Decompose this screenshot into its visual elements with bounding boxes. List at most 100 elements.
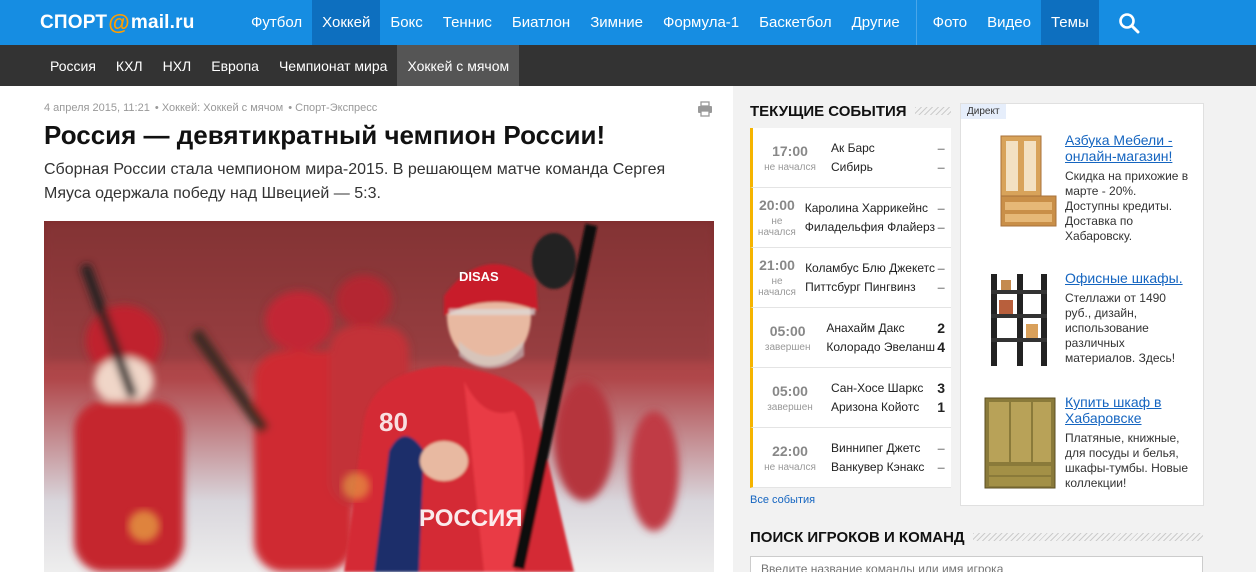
ads-tag[interactable]: Директ: [961, 104, 1006, 119]
event-status: не начался: [758, 276, 796, 298]
ad-title[interactable]: Азбука Мебели - онлайн-магазин!: [1065, 132, 1191, 164]
event-status: не начался: [764, 461, 816, 473]
event-time: 05:00: [769, 322, 806, 339]
article-photo: DISAS РОССИЯ 80: [44, 221, 714, 572]
player-team-search-input[interactable]: [750, 556, 1203, 572]
office-shelf-image: [991, 274, 1047, 366]
event-time: 20:00: [758, 197, 795, 213]
article-title: Россия — девятикратный чемпион России!: [44, 120, 606, 150]
article: 4 апреля 2015, 11:21 • Хоккей: Хоккей с …: [0, 86, 733, 572]
event-away-team: Филадельфия Флайерз: [804, 219, 935, 234]
sub-navigation-bar: Россия КХЛ НХЛ Европа Чемпионат мира Хок…: [0, 45, 1256, 86]
nav-formula1[interactable]: Формула-1: [653, 0, 749, 45]
nav-divider: [915, 0, 917, 45]
ad-item[interactable]: Азбука Мебели - онлайн-магазин! Скидка н…: [981, 132, 1191, 244]
subnav-world-championship[interactable]: Чемпионат мира: [269, 45, 397, 86]
event-time: 05:00: [772, 382, 808, 399]
event-home-team: Виннипег Джетс: [831, 440, 921, 455]
event-home-team: Сан-Хосе Шаркс: [831, 380, 924, 395]
event-row[interactable]: 05:00 завершен Анахайм Дакс 2 Колорадо Эве…: [750, 308, 951, 368]
nav-hockey[interactable]: Хоккей: [312, 0, 381, 45]
subnav-nhl[interactable]: НХЛ: [153, 45, 202, 86]
event-home-score: 2: [937, 319, 945, 336]
wardrobe-image: [984, 397, 1056, 489]
subnav-khl[interactable]: КХЛ: [106, 45, 153, 86]
print-icon[interactable]: [697, 101, 713, 117]
main-nav: Футбол Хоккей Бокс Теннис Биатлон Зимние…: [241, 0, 1099, 45]
logo-text-part2: mail.ru: [130, 11, 195, 33]
all-events-link[interactable]: Все события: [750, 494, 951, 506]
photo-jersey-number: 80: [379, 407, 408, 437]
heading-hatch: [914, 107, 951, 115]
photo-jersey-text: РОССИЯ: [419, 505, 523, 532]
event-away-team: Колорадо Эвеланш: [826, 339, 935, 354]
event-home-score: 3: [937, 379, 945, 396]
event-status: завершен: [764, 341, 811, 353]
event-away-team: Аризона Койотс: [831, 399, 920, 414]
ad-description: Платяные, книжные, для посуды и белья, ш…: [1065, 431, 1189, 490]
ad-title[interactable]: Офисные шкафы.: [1065, 270, 1191, 286]
event-away-team: Сибирь: [831, 159, 873, 174]
player-team-search: ПОИСК ИГРОКОВ И КОМАНД: [750, 526, 1203, 572]
subnav-bandy[interactable]: Хоккей с мячом: [397, 45, 520, 86]
nav-other[interactable]: Другие: [842, 0, 910, 45]
search-button[interactable]: [1099, 0, 1159, 45]
event-away-team: Ванкувер Кэнакс: [831, 459, 925, 474]
event-away-score: –: [937, 218, 945, 235]
search-title: ПОИСК ИГРОКОВ И КОМАНД: [750, 528, 965, 546]
search-heading: ПОИСК ИГРОКОВ И КОМАНД: [750, 526, 1203, 548]
event-row[interactable]: 20:00 не начался Каролина Харрикейнс – Фил…: [750, 188, 951, 248]
direct-ads-block: Директ Азбука Мебели - онлайн-магазин! С…: [960, 103, 1204, 506]
nav-winter[interactable]: Зимние: [580, 0, 653, 45]
event-away-score: –: [937, 458, 945, 475]
event-home-team: Ак Барс: [831, 140, 875, 155]
photo-sponsor-text: DISAS: [459, 269, 499, 284]
event-home-team: Анахайм Дакс: [826, 320, 905, 335]
ad-item[interactable]: Купить шкаф в Хабаровске Платяные, книжн…: [981, 394, 1191, 494]
top-navigation-bar: СПОРТ @ mail.ru Футбол Хоккей Бокс Теннис …: [0, 0, 1256, 45]
event-status: завершен: [767, 401, 813, 413]
event-row[interactable]: 05:00 завершен Сан-Хосе Шаркс 3 Аризона Ко…: [750, 368, 951, 428]
event-away-score: 4: [937, 338, 945, 355]
site-logo[interactable]: СПОРТ @ mail.ru: [0, 0, 241, 45]
event-time: 17:00: [772, 142, 808, 159]
event-away-score: 1: [937, 398, 945, 415]
event-home-team: Каролина Харрикейнс: [804, 200, 928, 215]
article-date: 4 апреля 2015, 11:21: [44, 102, 150, 114]
heading-hatch: [972, 533, 1203, 541]
event-away-team: Питтсбург Пингвинз: [805, 279, 916, 294]
event-away-score: –: [937, 278, 945, 295]
nav-biathlon[interactable]: Биатлон: [502, 0, 580, 45]
event-row[interactable]: 17:00 не начался Ак Барс – Сибирь –: [750, 128, 951, 188]
hallway-furniture-image: [1000, 135, 1057, 227]
article-category[interactable]: Хоккей: Хоккей с мячом: [162, 102, 283, 114]
current-events-widget: ТЕКУЩИЕ СОБЫТИЯ 17:00 не начался Ак Барс –…: [750, 100, 951, 506]
event-home-score: –: [937, 199, 945, 216]
event-time: 22:00: [772, 442, 808, 459]
event-row[interactable]: 21:00 не начался Коламбус Блю Джекетс – Пи…: [750, 248, 951, 308]
ad-title[interactable]: Купить шкаф в Хабаровске: [1065, 394, 1191, 426]
nav-football[interactable]: Футбол: [241, 0, 312, 45]
nav-boxing[interactable]: Бокс: [380, 0, 432, 45]
nav-photo[interactable]: Фото: [923, 0, 977, 45]
logo-text-part1: СПОРТ: [40, 11, 108, 33]
subnav-russia[interactable]: Россия: [40, 45, 106, 86]
events-list: 17:00 не начался Ак Барс – Сибирь – 20:00 не…: [750, 128, 951, 488]
article-source[interactable]: Спорт-Экспресс: [295, 102, 377, 114]
subnav-europe[interactable]: Европа: [201, 45, 269, 86]
ad-item[interactable]: Офисные шкафы. Стеллажи от 1490 руб., ди…: [981, 270, 1191, 370]
article-lead: Сборная России стала чемпионом мира-2015…: [44, 161, 666, 202]
event-home-score: –: [937, 259, 945, 276]
article-meta: 4 апреля 2015, 11:21 • Хоккей: Хоккей с …: [44, 102, 378, 114]
event-row[interactable]: 22:00 не начался Виннипег Джетс – Ванкувер…: [750, 428, 951, 488]
event-home-team: Коламбус Блю Джекетс: [805, 260, 935, 275]
event-status: не начался: [764, 161, 816, 173]
event-time: 21:00: [759, 257, 795, 273]
nav-video[interactable]: Видео: [977, 0, 1041, 45]
ad-description: Скидка на прихожие в марте - 20%. Доступ…: [1065, 169, 1189, 243]
nav-topics[interactable]: Темы: [1040, 0, 1099, 45]
nav-basketball[interactable]: Баскетбол: [749, 0, 842, 45]
events-title: ТЕКУЩИЕ СОБЫТИЯ: [750, 102, 907, 120]
event-status: не начался: [757, 216, 796, 238]
nav-tennis[interactable]: Теннис: [433, 0, 502, 45]
